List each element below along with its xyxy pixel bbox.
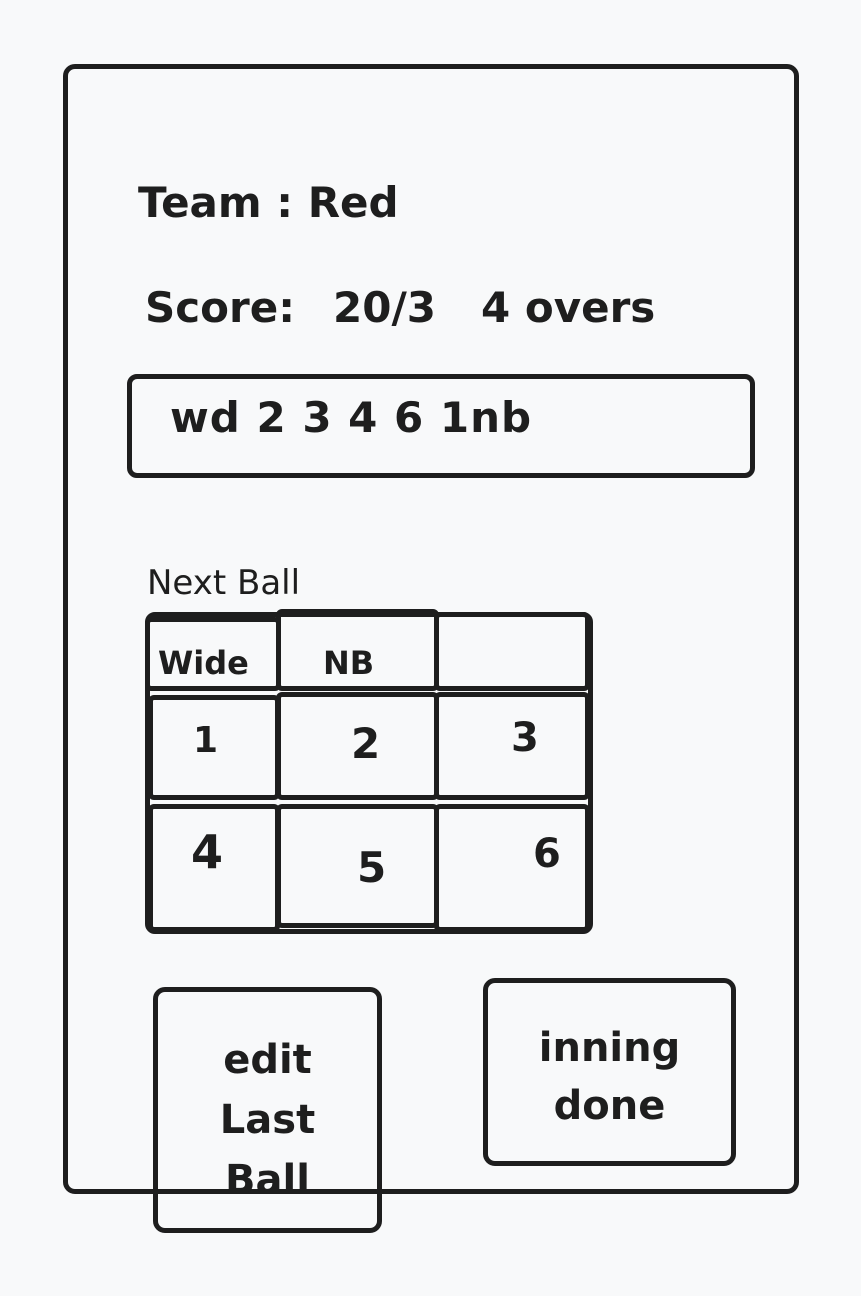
edit-last-ball-button[interactable]: edit Last Ball <box>153 987 382 1233</box>
extra-empty-button[interactable] <box>434 612 590 691</box>
no-ball-button[interactable]: NB <box>276 609 439 691</box>
run-4-button[interactable]: 4 <box>148 804 280 932</box>
run-1-button[interactable]: 1 <box>148 695 280 800</box>
next-ball-label: Next Ball <box>147 563 301 603</box>
run-6-button[interactable]: 6 <box>434 804 590 932</box>
inning-done-button[interactable]: inning done <box>483 978 736 1166</box>
inning-done-label: inning done <box>538 1025 681 1129</box>
run-3-label: 3 <box>511 715 539 761</box>
score-label: Score: <box>145 283 295 332</box>
wide-button[interactable]: Wide <box>145 617 281 691</box>
run-1-label: 1 <box>193 720 219 761</box>
recent-balls-text: wd 2 3 4 6 1nb <box>170 393 533 442</box>
run-6-label: 6 <box>533 831 561 877</box>
team-label: Team : Red <box>138 178 399 227</box>
run-5-button[interactable]: 5 <box>276 804 439 928</box>
run-2-label: 2 <box>351 719 381 768</box>
overs-count: 4 overs <box>481 283 656 332</box>
no-ball-label: NB <box>323 644 375 682</box>
run-5-label: 5 <box>357 843 387 892</box>
run-3-button[interactable]: 3 <box>434 692 590 800</box>
run-4-label: 4 <box>191 825 224 879</box>
edit-last-ball-label: edit Last Ball <box>219 1037 316 1203</box>
score-value: 20/3 <box>333 283 437 332</box>
recent-balls-box: wd 2 3 4 6 1nb <box>127 374 755 478</box>
wide-label: Wide <box>158 644 249 682</box>
run-2-button[interactable]: 2 <box>276 692 439 800</box>
